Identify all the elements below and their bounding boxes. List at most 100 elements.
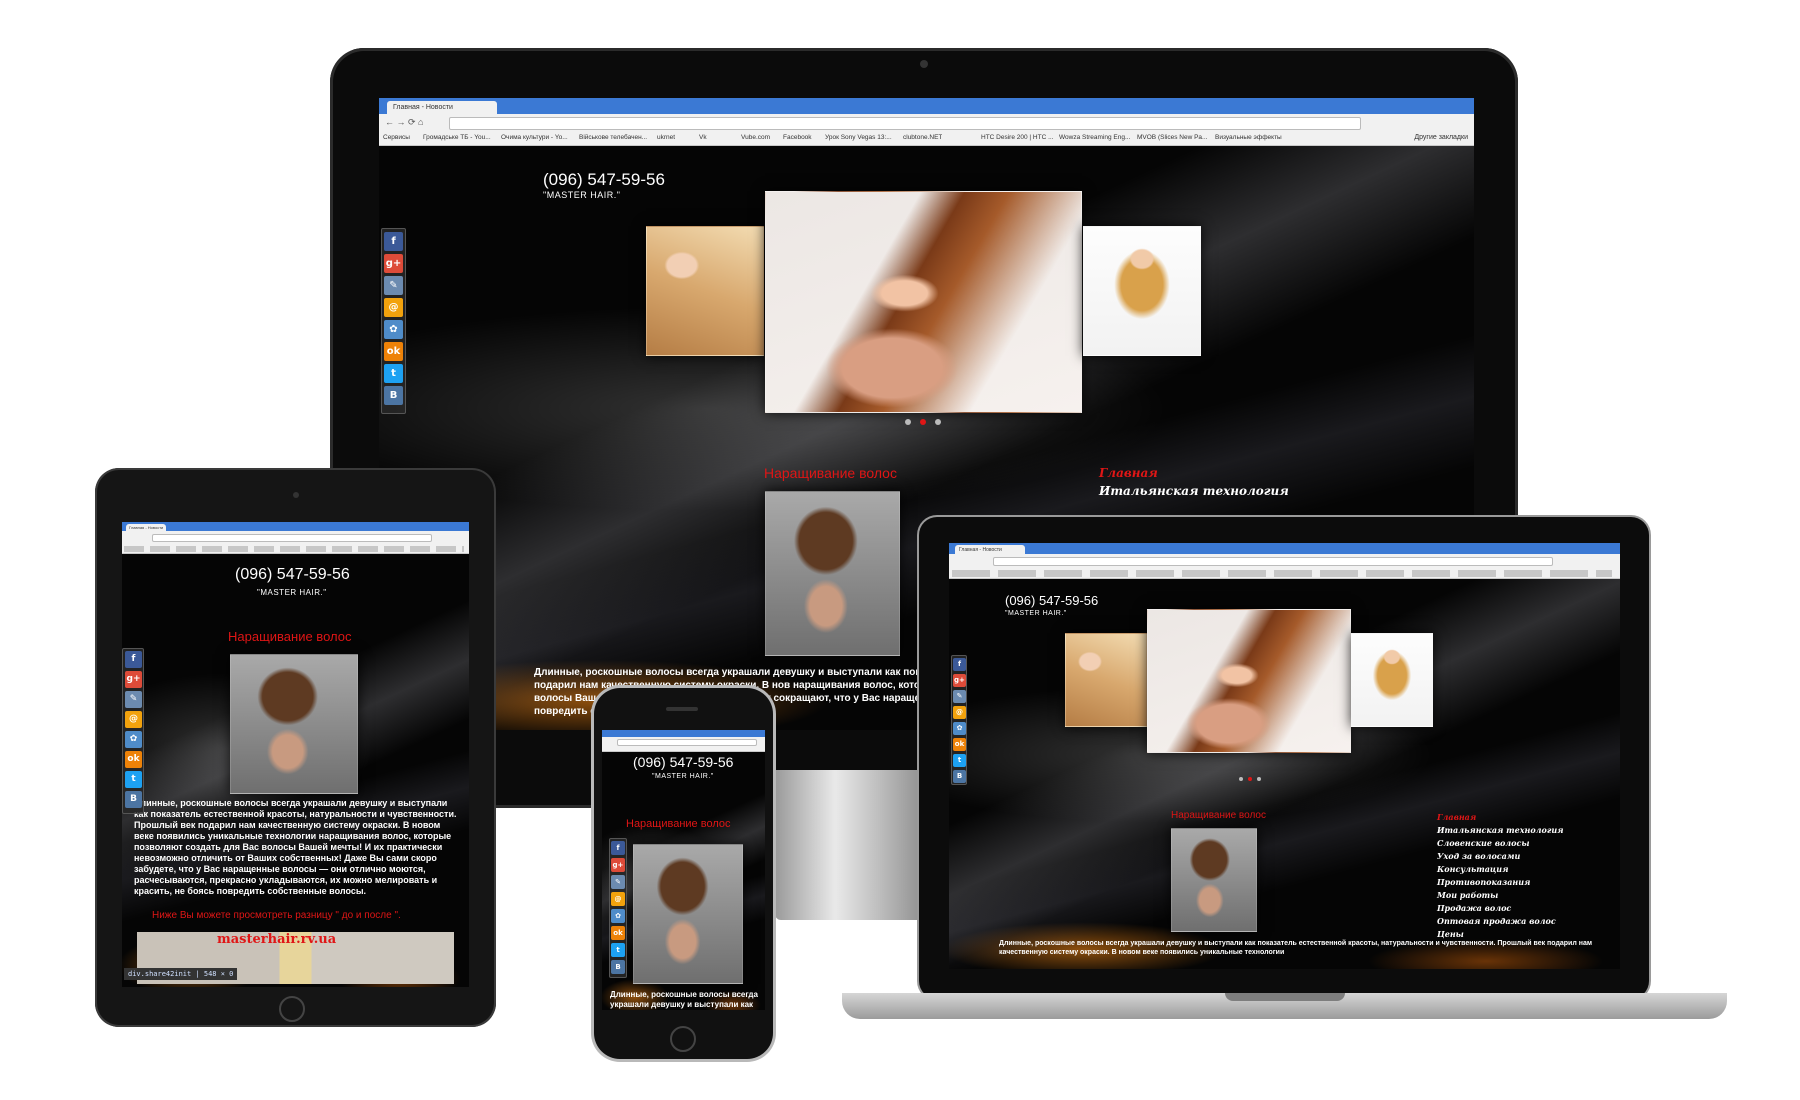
odnoklassniki-icon[interactable]: ok bbox=[611, 926, 625, 940]
google-plus-icon[interactable]: g+ bbox=[611, 858, 625, 872]
twitter-icon[interactable]: t bbox=[384, 364, 403, 383]
bookmark-item[interactable]: Vube.com bbox=[741, 134, 770, 141]
myworld-icon[interactable]: ✿ bbox=[611, 909, 625, 923]
slider-image-right[interactable] bbox=[1083, 226, 1201, 356]
address-bar[interactable] bbox=[617, 739, 757, 746]
livejournal-icon[interactable]: ✎ bbox=[953, 690, 966, 703]
tablet-home-button[interactable] bbox=[279, 996, 305, 1022]
browser-tab[interactable]: Главная - Новости bbox=[955, 545, 1025, 555]
facebook-icon[interactable]: f bbox=[611, 841, 625, 855]
google-plus-icon[interactable]: g+ bbox=[384, 254, 403, 273]
bookmark-item[interactable]: HTC Desire 200 | HTC ... bbox=[981, 134, 1053, 141]
address-bar[interactable] bbox=[449, 117, 1361, 130]
laptop-site: (096) 547-59-56 "MASTER HAIR." Наращиван… bbox=[949, 579, 1620, 969]
google-plus-icon[interactable]: g+ bbox=[953, 674, 966, 687]
twitter-icon[interactable]: t bbox=[125, 771, 142, 788]
odnoklassniki-icon[interactable]: ok bbox=[953, 738, 966, 751]
slider-image-main[interactable] bbox=[765, 191, 1082, 413]
social-share-bar: f g+ ✎ @ ✿ ok t B bbox=[122, 648, 144, 814]
myworld-icon[interactable]: ✿ bbox=[384, 320, 403, 339]
twitter-icon[interactable]: t bbox=[611, 943, 625, 957]
slider-dot-3[interactable] bbox=[935, 419, 941, 425]
other-bookmarks[interactable]: Другие закладки bbox=[1414, 134, 1468, 141]
bookmark-item[interactable]: clubtone.NET bbox=[903, 134, 942, 141]
odnoklassniki-icon[interactable]: ok bbox=[125, 751, 142, 768]
slider-dot-1[interactable] bbox=[905, 419, 911, 425]
facebook-icon[interactable]: f bbox=[384, 232, 403, 251]
bookmark-item[interactable]: Очима культури - Yo... bbox=[501, 134, 568, 141]
menu-item[interactable]: Продажа волос bbox=[1437, 902, 1617, 915]
menu-item[interactable]: Итальянская технология bbox=[1099, 482, 1339, 500]
slider-image-right[interactable] bbox=[1351, 633, 1433, 727]
monitor-stand bbox=[775, 770, 925, 920]
phone-speaker bbox=[666, 707, 698, 711]
slider-image-left[interactable] bbox=[646, 226, 764, 356]
menu-item[interactable]: Главная bbox=[1437, 811, 1617, 824]
menu-item[interactable]: Консультация bbox=[1437, 863, 1617, 876]
facebook-icon[interactable]: f bbox=[125, 651, 142, 668]
menu-item[interactable]: Итальянская технология bbox=[1437, 824, 1617, 837]
vkontakte-icon[interactable]: B bbox=[384, 386, 403, 405]
menu-item[interactable]: Словенские волосы bbox=[1437, 837, 1617, 850]
tablet-site: (096) 547-59-56 "MASTER HAIR." Наращиван… bbox=[122, 554, 469, 987]
bookmarks-bar bbox=[952, 570, 1612, 577]
google-plus-icon[interactable]: g+ bbox=[125, 671, 142, 688]
menu-item[interactable]: Уход за волосами bbox=[1437, 850, 1617, 863]
menu-item[interactable]: Главная bbox=[1099, 464, 1339, 482]
section-title: Наращивание волос bbox=[228, 629, 352, 644]
mail-ru-icon[interactable]: @ bbox=[384, 298, 403, 317]
main-menu: Главная Итальянская технология Словенские … bbox=[1437, 811, 1617, 941]
address-bar[interactable] bbox=[993, 557, 1553, 566]
odnoklassniki-icon[interactable]: ok bbox=[384, 342, 403, 361]
section-title: Наращивание волос bbox=[626, 818, 731, 830]
livejournal-icon[interactable]: ✎ bbox=[125, 691, 142, 708]
slider-dot-1[interactable] bbox=[1239, 777, 1243, 781]
browser-tab[interactable]: Главная - Новости bbox=[387, 101, 497, 115]
vkontakte-icon[interactable]: B bbox=[611, 960, 625, 974]
main-menu: Главная Итальянская технология bbox=[1099, 464, 1339, 500]
laptop-notch bbox=[1225, 993, 1345, 1001]
monitor-camera bbox=[920, 60, 928, 68]
menu-item[interactable]: Мои работы bbox=[1437, 889, 1617, 902]
menu-item[interactable]: Противопоказания bbox=[1437, 876, 1617, 889]
bookmark-item[interactable]: ukrnet bbox=[657, 134, 675, 141]
nav-buttons[interactable]: ← → ⟳ ⌂ bbox=[385, 117, 423, 128]
address-bar[interactable] bbox=[152, 534, 432, 542]
bookmarks-bar: Сервисы Громадське ТБ - You... Очима культ… bbox=[383, 134, 1433, 144]
bookmark-item[interactable]: Визуальные эффекты bbox=[1215, 134, 1282, 141]
bookmark-item[interactable]: MVOB (Slices New Pa... bbox=[1137, 134, 1207, 141]
slider-image-main[interactable] bbox=[1147, 609, 1351, 753]
section-image bbox=[230, 654, 358, 794]
vkontakte-icon[interactable]: B bbox=[953, 770, 966, 783]
bookmark-item[interactable]: Facebook bbox=[783, 134, 812, 141]
section-paragraph: Длинные, роскошные волосы всегда украшал… bbox=[134, 798, 457, 896]
facebook-icon[interactable]: f bbox=[953, 658, 966, 671]
phone-home-button[interactable] bbox=[670, 1026, 696, 1052]
menu-item[interactable]: Оптовая продажа волос bbox=[1437, 915, 1617, 928]
twitter-icon[interactable]: t bbox=[953, 754, 966, 767]
mail-ru-icon[interactable]: @ bbox=[611, 892, 625, 906]
menu-item[interactable]: Цены bbox=[1437, 928, 1617, 941]
bookmark-item[interactable]: Vk bbox=[699, 134, 707, 141]
myworld-icon[interactable]: ✿ bbox=[125, 731, 142, 748]
tab-title: Главная - Новости bbox=[129, 525, 164, 530]
bookmark-item[interactable]: Військове телебачен... bbox=[579, 134, 647, 141]
tablet-browser-chrome: Главная - Новости bbox=[122, 522, 469, 554]
browser-tab[interactable]: Главная - Новости bbox=[126, 524, 166, 532]
bookmark-item[interactable]: Wowza Streaming Eng... bbox=[1059, 134, 1130, 141]
mail-ru-icon[interactable]: @ bbox=[953, 706, 966, 719]
mail-ru-icon[interactable]: @ bbox=[125, 711, 142, 728]
slider-image-left[interactable] bbox=[1065, 633, 1147, 727]
livejournal-icon[interactable]: ✎ bbox=[384, 276, 403, 295]
slider-dot-3[interactable] bbox=[1257, 777, 1261, 781]
bookmark-item[interactable]: Сервисы bbox=[383, 134, 410, 141]
bookmark-item[interactable]: Громадське ТБ - You... bbox=[423, 134, 491, 141]
social-share-bar: f g+ ✎ @ ✿ ok t B bbox=[381, 228, 406, 414]
myworld-icon[interactable]: ✿ bbox=[953, 722, 966, 735]
slider-dot-2[interactable] bbox=[920, 419, 926, 425]
bookmark-item[interactable]: Урок Sony Vegas 13:... bbox=[825, 134, 892, 141]
slider-dot-2[interactable] bbox=[1248, 777, 1252, 781]
vkontakte-icon[interactable]: B bbox=[125, 791, 142, 808]
desktop-browser-chrome: Главная - Новости ← → ⟳ ⌂ Сервисы Громадс… bbox=[379, 98, 1474, 146]
livejournal-icon[interactable]: ✎ bbox=[611, 875, 625, 889]
